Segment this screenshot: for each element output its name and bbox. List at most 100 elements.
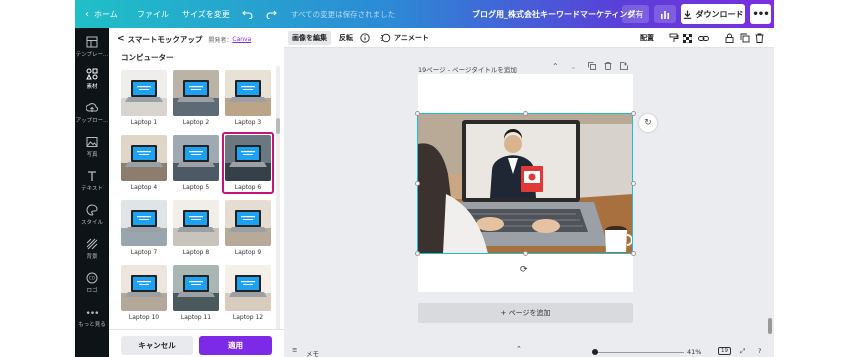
apply-button[interactable]: 適用 — [199, 336, 272, 355]
template-icon — [86, 36, 98, 48]
transparency-button[interactable] — [683, 28, 692, 48]
smart-mockup-panel: < スマートモックアップ 開発者： Canva コンピューター Laptop 1… — [109, 28, 284, 357]
panel-scrollbar-track[interactable] — [276, 66, 280, 351]
animate-icon — [380, 33, 391, 43]
mockup-thumbnail[interactable] — [225, 265, 271, 311]
panel-scrollbar-thumb[interactable] — [276, 118, 280, 134]
resize-handle-b[interactable] — [523, 251, 528, 256]
cancel-button[interactable]: キャンセル — [121, 336, 193, 355]
zoom-slider-knob[interactable] — [592, 349, 598, 355]
duplicate-page-button[interactable] — [588, 62, 596, 72]
rail-item-styles[interactable]: スタイル — [75, 204, 109, 226]
mockup-thumbnail[interactable] — [121, 265, 167, 311]
animate-button[interactable]: アニメート — [380, 28, 429, 48]
animate-label: アニメート — [394, 34, 429, 42]
add-page-button[interactable]: + ページを追加 — [418, 303, 633, 323]
mockup-thumbnail-label: Laptop 8 — [182, 249, 210, 256]
rail-item-logo[interactable]: CO ロゴ — [75, 272, 109, 294]
back-button[interactable]: < — [117, 34, 125, 44]
copy-icon — [740, 33, 750, 43]
insights-button[interactable] — [654, 5, 676, 23]
position-button[interactable]: 配置 — [640, 28, 654, 48]
logo-icon: CO — [86, 272, 98, 284]
notes-icon[interactable]: ≡ — [292, 346, 297, 354]
mockup-thumbnail[interactable] — [173, 70, 219, 116]
share-button[interactable]: 共有 — [622, 5, 649, 23]
left-rail: テンプレー... 素材 アップロー... 写真 テキスト スタイル 背景 CO — [75, 28, 109, 357]
rail-item-background[interactable]: 背景 — [75, 238, 109, 260]
help-icon[interactable]: ? — [758, 347, 761, 355]
mockup-thumbnail-label: Laptop 3 — [234, 119, 262, 126]
laptop-mockup-image — [121, 70, 167, 116]
refresh-button[interactable]: ↻ — [639, 114, 657, 132]
mockup-thumbnail[interactable] — [121, 135, 167, 181]
edit-image-button[interactable]: 画像を編集 — [288, 31, 331, 45]
save-status: すべての変更は保存されました — [291, 9, 396, 19]
home-button[interactable]: ‹ ホーム — [85, 0, 118, 28]
mockup-thumbnail[interactable] — [173, 200, 219, 246]
undo-button[interactable] — [242, 0, 253, 28]
selection-box — [417, 113, 633, 254]
chevron-left-icon: ‹ — [85, 8, 89, 20]
mockup-thumbnail[interactable] — [173, 135, 219, 181]
zoom-level[interactable]: 41% — [687, 348, 701, 356]
canva-editor: ‹ ホーム ファイル サイズを変更 すべての変更は保存されました ブログ用_株式… — [75, 0, 774, 357]
notes-label[interactable]: メモ — [306, 348, 319, 357]
mockup-thumbnail[interactable] — [173, 265, 219, 311]
resize-handle-l[interactable] — [415, 181, 420, 186]
rail-item-text[interactable]: テキスト — [75, 170, 109, 192]
fullscreen-icon[interactable]: ⤢ — [740, 347, 745, 356]
mockup-thumbnail[interactable] — [225, 200, 271, 246]
move-page-down-button[interactable]: ⌄ — [570, 62, 577, 71]
laptop-mockup-image — [225, 265, 271, 311]
rail-label: 写真 — [86, 152, 98, 158]
info-button[interactable] — [360, 28, 370, 48]
laptop-mockup-image — [173, 265, 219, 311]
more-options-button[interactable]: ••• — [750, 4, 771, 24]
delete-page-button[interactable] — [604, 62, 612, 72]
resize-handle-r[interactable] — [631, 181, 636, 186]
document-title[interactable]: ブログ用_株式会社キーワードマーケティング — [472, 0, 635, 28]
resize-handle-tr[interactable] — [631, 111, 636, 116]
canvas-scrollbar[interactable] — [768, 318, 772, 334]
lock-button[interactable] — [725, 28, 734, 48]
download-icon — [683, 10, 691, 19]
developer-link[interactable]: Canva — [232, 36, 251, 43]
resize-handle-bl[interactable] — [415, 251, 420, 256]
resize-menu[interactable]: サイズを変更 — [182, 0, 230, 28]
rail-item-photos[interactable]: 写真 — [75, 136, 109, 158]
file-menu[interactable]: ファイル — [137, 0, 169, 28]
mockup-thumbnail[interactable] — [121, 200, 167, 246]
mockup-thumbnail[interactable] — [225, 70, 271, 116]
page-title-label[interactable]: 19ページ - ページタイトルを追加 — [418, 64, 517, 74]
zoom-slider-track[interactable] — [594, 352, 684, 353]
page-count[interactable]: 19 — [718, 347, 731, 355]
rail-item-uploads[interactable]: アップロー... — [75, 102, 109, 124]
resize-handle-t[interactable] — [523, 111, 528, 116]
rail-item-more[interactable]: ••• もっと見る — [75, 310, 109, 329]
mockup-thumbnail[interactable] — [121, 70, 167, 116]
rotate-handle[interactable]: ⟳ — [520, 265, 528, 275]
paint-roller-icon — [669, 33, 679, 42]
link-button[interactable] — [698, 28, 709, 48]
resize-handle-tl[interactable] — [415, 111, 420, 116]
svg-text:CO: CO — [89, 276, 95, 281]
move-page-up-button[interactable]: ⌃ — [552, 62, 559, 71]
rotate-icon: ⟳ — [520, 265, 528, 275]
text-icon — [88, 171, 96, 181]
flip-button[interactable]: 反転 — [339, 28, 353, 48]
download-button[interactable]: ダウンロード — [681, 4, 745, 24]
add-page-icon — [620, 62, 628, 70]
redo-button[interactable] — [266, 0, 277, 28]
paint-format-button[interactable] — [669, 28, 679, 48]
resize-handle-br[interactable] — [631, 251, 636, 256]
chevron-up-icon: ⌃ — [552, 62, 559, 71]
rail-item-templates[interactable]: テンプレー... — [75, 36, 109, 58]
add-page-icon-button[interactable] — [620, 62, 628, 72]
collapse-notes-icon[interactable]: ⌃ — [516, 345, 522, 353]
delete-button[interactable] — [755, 28, 764, 48]
trash-page-icon — [604, 62, 612, 70]
lock-icon — [725, 33, 734, 43]
rail-item-elements[interactable]: 素材 — [75, 68, 109, 90]
duplicate-button[interactable] — [740, 28, 750, 48]
